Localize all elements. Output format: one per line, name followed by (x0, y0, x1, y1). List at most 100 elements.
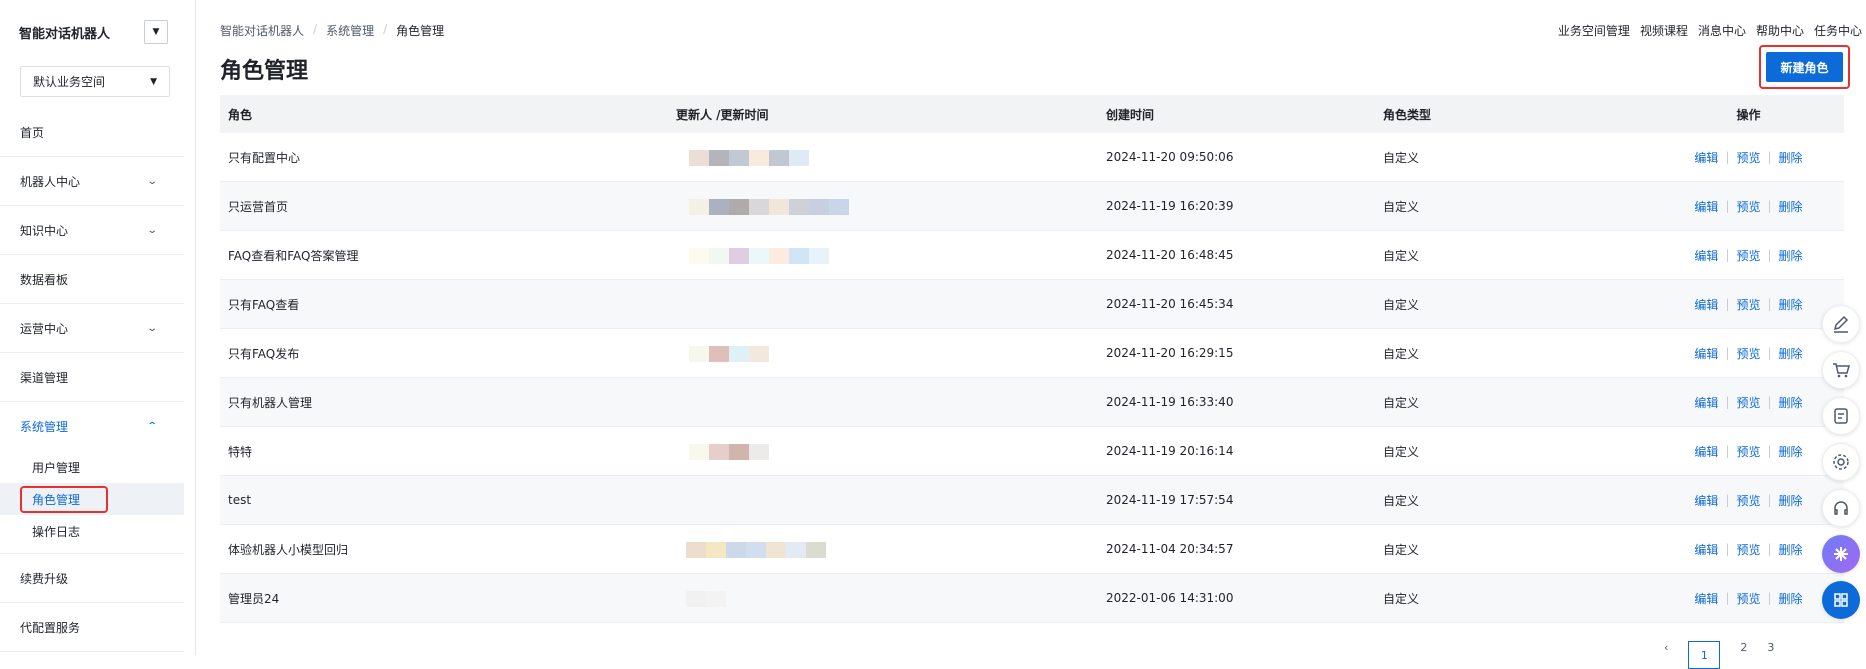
page-button-1[interactable]: 1 (1688, 641, 1721, 669)
headset-icon[interactable] (1822, 489, 1860, 527)
created-time: 2024-11-19 16:20:39 (1106, 199, 1234, 213)
delete-link[interactable]: 删除 (1779, 296, 1803, 313)
settings-icon[interactable] (1822, 443, 1860, 481)
topnav-video-course[interactable]: 视频课程 (1640, 22, 1688, 39)
created-time: 2024-11-19 16:33:40 (1106, 395, 1234, 409)
preview-link[interactable]: 预览 (1736, 394, 1760, 411)
app-icon[interactable] (1822, 397, 1860, 435)
action-divider: | (1767, 297, 1772, 311)
cart-icon[interactable] (1822, 351, 1860, 389)
created-time: 2024-11-20 16:29:15 (1106, 346, 1234, 360)
edit-link[interactable]: 编辑 (1694, 590, 1718, 607)
updater-cell (676, 525, 1106, 573)
menu-item-channel[interactable]: 渠道管理 (0, 353, 184, 402)
menu-item-home[interactable]: 首页 (0, 108, 184, 157)
actions-cell: 编辑 | 预览 | 删除 (1653, 247, 1844, 264)
table-row: test 2024-11-19 17:57:54 自定义 编辑 | 预览 | 删除 (220, 476, 1844, 525)
preview-link[interactable]: 预览 (1736, 443, 1760, 460)
action-divider: | (1767, 493, 1772, 507)
blurred-updater (686, 591, 726, 607)
updater-cell (676, 329, 1106, 377)
edit-link[interactable]: 编辑 (1694, 394, 1718, 411)
topnav-help-center[interactable]: 帮助中心 (1756, 22, 1804, 39)
submenu-item-roles[interactable]: 角色管理 (0, 483, 184, 515)
menu-item-config-service[interactable]: 代配置服务 (0, 603, 184, 652)
prev-page-icon[interactable]: ‹ (1664, 641, 1668, 669)
menu-item-dashboard[interactable]: 数据看板 (0, 255, 184, 304)
submenu-item-oplog[interactable]: 操作日志 (0, 515, 184, 547)
row-actions: 编辑 | 预览 | 删除 (1653, 394, 1844, 411)
role-name: 特特 (228, 444, 253, 459)
menu-item-label: 系统管理 (20, 420, 69, 434)
preview-link[interactable]: 预览 (1736, 345, 1760, 362)
updater-cell (676, 378, 1106, 426)
created-time: 2022-01-06 14:31:00 (1106, 591, 1234, 605)
delete-link[interactable]: 删除 (1779, 198, 1803, 215)
delete-link[interactable]: 删除 (1779, 149, 1803, 166)
ai-assistant-icon[interactable] (1822, 535, 1860, 573)
edit-link[interactable]: 编辑 (1694, 345, 1718, 362)
preview-link[interactable]: 预览 (1736, 590, 1760, 607)
grid-icon[interactable] (1822, 581, 1860, 619)
page-button-2[interactable]: 2 (1740, 641, 1747, 669)
action-divider: | (1767, 248, 1772, 262)
topnav-task-center[interactable]: 任务中心 (1814, 22, 1862, 39)
edit-icon[interactable] (1822, 305, 1860, 343)
row-actions: 编辑 | 预览 | 删除 (1653, 247, 1844, 264)
blurred-updater (689, 346, 769, 362)
topnav-workspace-manage[interactable]: 业务空间管理 (1558, 22, 1630, 39)
role-name: FAQ查看和FAQ答案管理 (228, 248, 359, 263)
edit-link[interactable]: 编辑 (1694, 492, 1718, 509)
workspace-select[interactable]: 默认业务空间 ▼ (20, 66, 170, 97)
edit-link[interactable]: 编辑 (1694, 296, 1718, 313)
preview-link[interactable]: 预览 (1736, 296, 1760, 313)
preview-link[interactable]: 预览 (1736, 247, 1760, 264)
blurred-updater (689, 444, 769, 460)
role-name: test (228, 493, 252, 507)
role-name: 只有FAQ查看 (228, 297, 300, 312)
created-time: 2024-11-04 20:34:57 (1106, 542, 1234, 556)
action-divider: | (1767, 591, 1772, 605)
delete-link[interactable]: 删除 (1779, 590, 1803, 607)
breadcrumb-item[interactable]: 智能对话机器人 (220, 22, 304, 39)
created-time: 2024-11-20 16:45:34 (1106, 297, 1234, 311)
role-type: 自定义 (1383, 444, 1420, 459)
action-divider: | (1767, 346, 1772, 360)
table-row: FAQ查看和FAQ答案管理 2024-11-20 16:48:45 自定义 编辑 | 预览… (220, 231, 1844, 280)
breadcrumb-current: 角色管理 (396, 24, 445, 38)
updater-cell (676, 133, 1106, 181)
edit-link[interactable]: 编辑 (1694, 198, 1718, 215)
menu-item-robot-center[interactable]: 机器人中心 ⌄ (0, 157, 184, 206)
delete-link[interactable]: 删除 (1779, 394, 1803, 411)
preview-link[interactable]: 预览 (1736, 149, 1760, 166)
delete-link[interactable]: 删除 (1779, 541, 1803, 558)
action-divider: | (1725, 150, 1730, 164)
preview-link[interactable]: 预览 (1736, 541, 1760, 558)
menu-item-renew[interactable]: 续费升级 (0, 554, 184, 603)
page-button-3[interactable]: 3 (1767, 641, 1774, 669)
delete-link[interactable]: 删除 (1779, 247, 1803, 264)
role-type: 自定义 (1383, 248, 1420, 263)
delete-link[interactable]: 删除 (1779, 492, 1803, 509)
preview-link[interactable]: 预览 (1736, 492, 1760, 509)
topnav-message-center[interactable]: 消息中心 (1698, 22, 1746, 39)
edit-link[interactable]: 编辑 (1694, 541, 1718, 558)
submenu-item-users[interactable]: 用户管理 (0, 451, 184, 483)
preview-link[interactable]: 预览 (1736, 198, 1760, 215)
delete-link[interactable]: 删除 (1779, 443, 1803, 460)
menu-item-operation-center[interactable]: 运营中心 ⌄ (0, 304, 184, 353)
delete-link[interactable]: 删除 (1779, 345, 1803, 362)
menu-item-label: 知识中心 (20, 223, 69, 238)
edit-link[interactable]: 编辑 (1694, 149, 1718, 166)
edit-link[interactable]: 编辑 (1694, 247, 1718, 264)
edit-link[interactable]: 编辑 (1694, 443, 1718, 460)
actions-cell: 编辑 | 预览 | 删除 (1653, 198, 1844, 215)
breadcrumb-item[interactable]: 系统管理 (326, 22, 374, 39)
menu-item-knowledge-center[interactable]: 知识中心 ⌄ (0, 206, 184, 255)
menu-item-system[interactable]: 系统管理 ⌃ (0, 402, 184, 451)
action-divider: | (1767, 542, 1772, 556)
new-role-button[interactable]: 新建角色 (1766, 52, 1843, 82)
breadcrumb: 智能对话机器人 / 系统管理 / 角色管理 (220, 22, 444, 39)
role-name: 只有机器人管理 (228, 395, 313, 410)
app-switch-button[interactable]: ▼ (144, 20, 168, 44)
